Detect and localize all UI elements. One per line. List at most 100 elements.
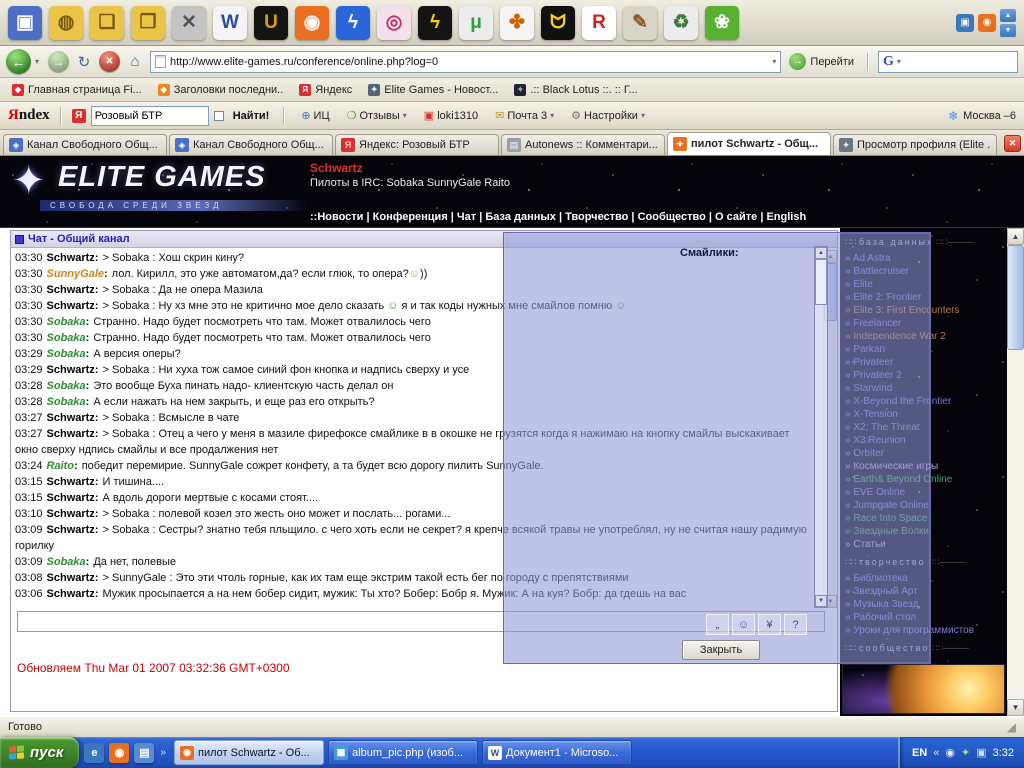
message-author[interactable]: Schwartz bbox=[47, 364, 99, 376]
message-author[interactable]: Schwartz bbox=[47, 508, 99, 520]
winamp-icon[interactable]: ϟ bbox=[418, 6, 452, 40]
browser-tab[interactable]: ✦ Просмотр профиля (Elite ... bbox=[833, 134, 997, 155]
back-button[interactable] bbox=[6, 49, 31, 74]
space-art-image[interactable] bbox=[842, 664, 1005, 714]
message-author[interactable]: Sobaka bbox=[47, 332, 90, 344]
scroll-down-icon[interactable] bbox=[1007, 699, 1024, 716]
message-author[interactable]: Sobaka bbox=[47, 556, 90, 568]
resize-grip[interactable] bbox=[1007, 720, 1016, 734]
search-box[interactable]: G bbox=[878, 51, 1018, 73]
address-dropdown-icon[interactable] bbox=[772, 57, 776, 66]
back-history-dropdown-icon[interactable] bbox=[35, 57, 44, 66]
network-places-icon[interactable]: ◍ bbox=[49, 6, 83, 40]
message-author[interactable]: Sobaka bbox=[47, 316, 90, 328]
message-author[interactable]: Schwartz bbox=[47, 476, 99, 488]
yandex-search-input[interactable] bbox=[91, 106, 209, 126]
page-scrollbar[interactable] bbox=[1007, 228, 1024, 716]
unreal-icon[interactable]: U bbox=[254, 6, 288, 40]
bookmark-item[interactable]: Я Яндекс bbox=[299, 84, 352, 96]
dvd-player-icon[interactable]: ◎ bbox=[377, 6, 411, 40]
search-engine-dropdown-icon[interactable] bbox=[897, 57, 901, 66]
app-window-icon[interactable]: ▣ bbox=[8, 6, 42, 40]
yandex-settings[interactable]: ⚙ Настройки bbox=[571, 109, 645, 122]
site-navigation[interactable]: ::Новости | Конференция | Чат | База дан… bbox=[310, 211, 806, 223]
icq-flower-icon[interactable]: ❀ bbox=[705, 6, 739, 40]
close-tab-button[interactable] bbox=[1004, 135, 1021, 152]
bookmark-item[interactable]: ✦ .:: Black Lotus ::. :: Г... bbox=[514, 84, 637, 96]
clock[interactable]: 3:32 bbox=[993, 747, 1014, 759]
smiley-slot[interactable]: ? bbox=[784, 614, 807, 635]
taskbar-task-button[interactable]: ▦ album_pic.php (изоб... bbox=[328, 740, 478, 765]
home-button[interactable] bbox=[124, 51, 146, 73]
message-author[interactable]: SunnyGale bbox=[47, 268, 108, 280]
ie-quick-launch-icon[interactable]: e bbox=[84, 743, 104, 763]
yandex-citation-index[interactable]: ⊕ ИЦ bbox=[301, 109, 329, 122]
language-indicator[interactable]: EN bbox=[912, 747, 927, 759]
show-desktop-icon[interactable]: ▤ bbox=[134, 743, 154, 763]
quick-launch-expand-icon[interactable] bbox=[160, 747, 166, 758]
message-author[interactable]: Schwartz bbox=[47, 428, 99, 440]
yandex-checkbox[interactable] bbox=[214, 111, 224, 121]
yandex-logo[interactable]: Яndex bbox=[8, 107, 50, 124]
search-input[interactable] bbox=[904, 56, 1013, 68]
address-input[interactable] bbox=[170, 56, 768, 68]
close-window-icon[interactable]: ✕ bbox=[172, 6, 206, 40]
message-author[interactable]: Sobaka bbox=[47, 380, 90, 392]
tray-network-icon[interactable]: ▣ bbox=[976, 746, 986, 759]
paint-tools-icon[interactable]: ✎ bbox=[623, 6, 657, 40]
message-author[interactable]: Schwartz bbox=[47, 492, 99, 504]
mini-window-icon[interactable]: ▣ bbox=[956, 14, 974, 32]
smiley-overlay-scrollbar[interactable] bbox=[814, 246, 828, 608]
scrollbar-thumb[interactable] bbox=[1007, 245, 1024, 350]
documents-folder-icon[interactable]: ❏ bbox=[90, 6, 124, 40]
scroll-down-icon[interactable] bbox=[1000, 24, 1016, 37]
word-icon[interactable]: W bbox=[213, 6, 247, 40]
yandex-mail[interactable]: ✉ Почта 3 bbox=[495, 109, 554, 122]
color-balls-icon[interactable]: ✤ bbox=[500, 6, 534, 40]
yandex-reviews[interactable]: ❍ Отзывы bbox=[347, 109, 407, 122]
site-logo[interactable]: ELITE GAMES bbox=[58, 161, 266, 194]
tray-app-icon[interactable]: ◉ bbox=[945, 746, 955, 759]
message-author[interactable]: Schwartz bbox=[47, 572, 99, 584]
stop-button[interactable] bbox=[99, 51, 120, 72]
message-author[interactable]: Schwartz bbox=[47, 524, 99, 536]
blue-lightning-icon[interactable]: ϟ bbox=[336, 6, 370, 40]
mini-firefox-icon[interactable]: ◉ bbox=[978, 14, 996, 32]
message-author[interactable]: Sobaka bbox=[47, 396, 90, 408]
realplayer-icon[interactable]: R bbox=[582, 6, 616, 40]
taskbar-task-button[interactable]: W Документ1 - Microso... bbox=[482, 740, 632, 765]
scroll-up-icon[interactable] bbox=[1000, 9, 1016, 22]
start-button[interactable]: пуск bbox=[0, 737, 79, 768]
bookmark-item[interactable]: ◆ Главная страница Fi... bbox=[12, 84, 142, 96]
batman-icon[interactable]: ᗢ bbox=[541, 6, 575, 40]
message-author[interactable]: Schwartz bbox=[47, 588, 99, 600]
message-author[interactable]: Schwartz bbox=[47, 300, 99, 312]
browser-tab[interactable]: Я Яндекс: Розовый БТР bbox=[335, 134, 499, 155]
yandex-account[interactable]: ▣ loki1310 bbox=[424, 109, 478, 122]
bookmark-item[interactable]: ✦ Elite Games - Новост... bbox=[368, 84, 498, 96]
utorrent-icon[interactable]: μ bbox=[459, 6, 493, 40]
firefox-quick-launch-icon[interactable]: ◉ bbox=[109, 743, 129, 763]
recycle-bin-icon[interactable]: ♻ bbox=[664, 6, 698, 40]
yandex-weather[interactable]: Москва –6 bbox=[948, 109, 1016, 123]
message-author[interactable]: Schwartz bbox=[47, 284, 99, 296]
scrollbar-thumb[interactable] bbox=[815, 259, 827, 305]
taskbar-task-button[interactable]: ◉ пилот Schwartz - Об... bbox=[174, 740, 324, 765]
firefox-icon[interactable]: ◉ bbox=[295, 6, 329, 40]
scroll-down-icon[interactable] bbox=[815, 595, 827, 607]
message-author[interactable]: Sobaka bbox=[47, 348, 90, 360]
smiley-slot[interactable]: ☺ bbox=[732, 614, 755, 635]
browser-tab[interactable]: ✦ пилот Schwartz - Общ... bbox=[667, 132, 831, 155]
scroll-up-icon[interactable] bbox=[1007, 228, 1024, 245]
browser-tab[interactable]: ▤ Autonews :: Комментари... bbox=[501, 134, 665, 155]
yandex-find-button[interactable]: Найти! bbox=[233, 110, 270, 122]
address-bar[interactable] bbox=[150, 51, 781, 73]
bookmark-item[interactable]: ◆ Заголовки последни.. bbox=[158, 84, 284, 96]
tray-antivirus-icon[interactable]: ✦ bbox=[961, 746, 970, 759]
close-overlay-button[interactable]: Закрыть bbox=[682, 640, 760, 660]
hidden-icons-chevron[interactable]: « bbox=[933, 747, 939, 759]
smiley-slot[interactable]: ¥ bbox=[758, 614, 781, 635]
browser-tab[interactable]: ◈ Канал Свободного Общ... bbox=[3, 134, 167, 155]
message-author[interactable]: Schwartz bbox=[47, 252, 99, 264]
scroll-up-icon[interactable] bbox=[815, 247, 827, 259]
